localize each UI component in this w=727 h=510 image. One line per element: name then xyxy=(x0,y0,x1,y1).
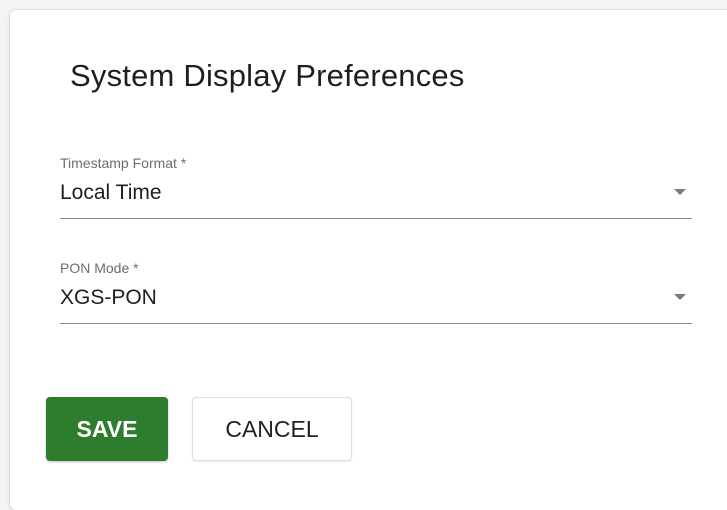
cancel-button[interactable]: CANCEL xyxy=(192,397,352,461)
timestamp-format-underline xyxy=(60,218,692,219)
system-display-preferences-dialog: System Display Preferences Timestamp For… xyxy=(10,10,727,510)
pon-mode-label: PON Mode * xyxy=(60,260,139,276)
timestamp-format-label: Timestamp Format * xyxy=(60,155,187,171)
timestamp-format-select[interactable]: Timestamp Format * Local Time xyxy=(60,155,692,221)
timestamp-format-value[interactable]: Local Time xyxy=(60,181,162,205)
chevron-down-icon[interactable] xyxy=(674,189,686,195)
chevron-down-icon[interactable] xyxy=(674,294,686,300)
pon-mode-select[interactable]: PON Mode * XGS-PON xyxy=(60,260,692,326)
save-button[interactable]: SAVE xyxy=(46,397,168,461)
dialog-title: System Display Preferences xyxy=(70,58,465,93)
pon-mode-underline xyxy=(60,323,692,324)
pon-mode-value[interactable]: XGS-PON xyxy=(60,286,157,310)
